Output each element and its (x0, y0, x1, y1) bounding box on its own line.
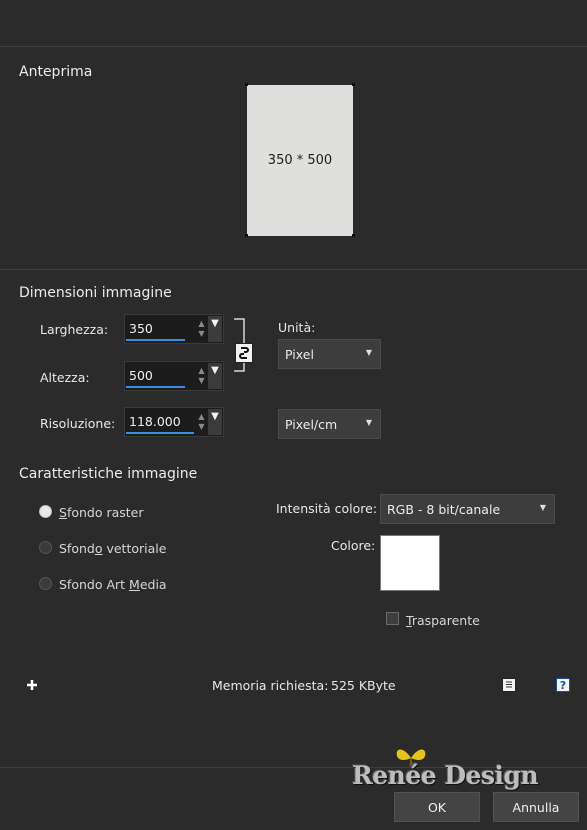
radio-raster-background[interactable] (39, 505, 52, 518)
width-spinbox[interactable]: 350 ▲ ▼ ▼ (124, 314, 224, 344)
height-value[interactable]: 500 (129, 368, 153, 383)
background-color-swatch[interactable] (380, 535, 440, 591)
preview-title: Anteprima (19, 64, 93, 80)
document-notes-icon[interactable] (502, 678, 516, 692)
chevron-down-icon: ▼ (365, 348, 372, 357)
color-depth-label: Intensità colore: (276, 501, 378, 516)
radio-vector-background[interactable] (39, 541, 52, 554)
resolution-units-select[interactable]: Pixel/cm ▼ (278, 409, 381, 439)
top-divider (0, 46, 587, 47)
chevron-down-icon: ▼ (365, 418, 372, 427)
resolution-spin-arrows-icon[interactable]: ▲ ▼ (195, 410, 208, 434)
transparent-checkbox[interactable] (386, 612, 399, 625)
resolution-units-value: Pixel/cm (285, 417, 338, 432)
width-focus-underline (126, 339, 185, 341)
resolution-label: Risoluzione: (40, 416, 116, 431)
preview-size-label: 350 * 500 (267, 153, 333, 168)
section-divider (0, 269, 587, 270)
height-dropdown-button[interactable]: ▼ (208, 363, 222, 389)
ok-button[interactable]: OK (394, 792, 480, 822)
chevron-down-icon: ▼ (539, 503, 546, 512)
option-raster-background[interactable]: Sfondo raster (59, 505, 144, 520)
characteristics-title: Caratteristiche immagine (19, 466, 198, 482)
height-spinbox[interactable]: 500 ▲ ▼ ▼ (124, 361, 224, 391)
preview-corner-handle (245, 234, 248, 237)
transparent-label[interactable]: Trasparente (406, 613, 480, 628)
memory-label: Memoria richiesta: (212, 678, 329, 693)
units-select[interactable]: Pixel ▼ (278, 339, 381, 369)
resolution-focus-underline (126, 432, 194, 434)
preview-corner-handle (352, 83, 355, 86)
option-art-media-background[interactable]: Sfondo Art Media (59, 577, 167, 592)
height-focus-underline (126, 386, 185, 388)
cancel-button[interactable]: Annulla (493, 792, 579, 822)
preview-corner-handle (352, 234, 355, 237)
resolution-spinbox[interactable]: 118.000 ▲ ▼ ▼ (124, 407, 224, 437)
width-label: Larghezza: (40, 322, 109, 337)
color-depth-select[interactable]: RGB - 8 bit/canale ▼ (380, 494, 555, 524)
dimensions-title: Dimensioni immagine (19, 285, 172, 301)
preview-corner-handle (245, 83, 248, 86)
units-value: Pixel (285, 347, 314, 362)
option-vector-background[interactable]: Sfondo vettoriale (59, 541, 166, 556)
units-label: Unità: (278, 320, 316, 335)
expand-plus-icon[interactable] (25, 678, 39, 692)
aspect-lock-link-icon[interactable] (235, 343, 253, 363)
memory-value: 525 KByte (331, 678, 396, 693)
preview-canvas: 350 * 500 (247, 85, 353, 236)
width-value[interactable]: 350 (129, 321, 153, 336)
help-icon[interactable]: ? (556, 678, 570, 692)
width-dropdown-button[interactable]: ▼ (208, 316, 222, 342)
color-label: Colore: (331, 538, 376, 553)
height-label: Altezza: (40, 370, 90, 385)
resolution-value[interactable]: 118.000 (129, 414, 181, 429)
resolution-dropdown-button[interactable]: ▼ (208, 409, 222, 435)
color-depth-value: RGB - 8 bit/canale (387, 502, 501, 517)
width-spin-arrows-icon[interactable]: ▲ ▼ (195, 317, 208, 341)
watermark-text: Renée Design (352, 761, 539, 790)
radio-art-media-background[interactable] (39, 577, 52, 590)
height-spin-arrows-icon[interactable]: ▲ ▼ (195, 364, 208, 388)
